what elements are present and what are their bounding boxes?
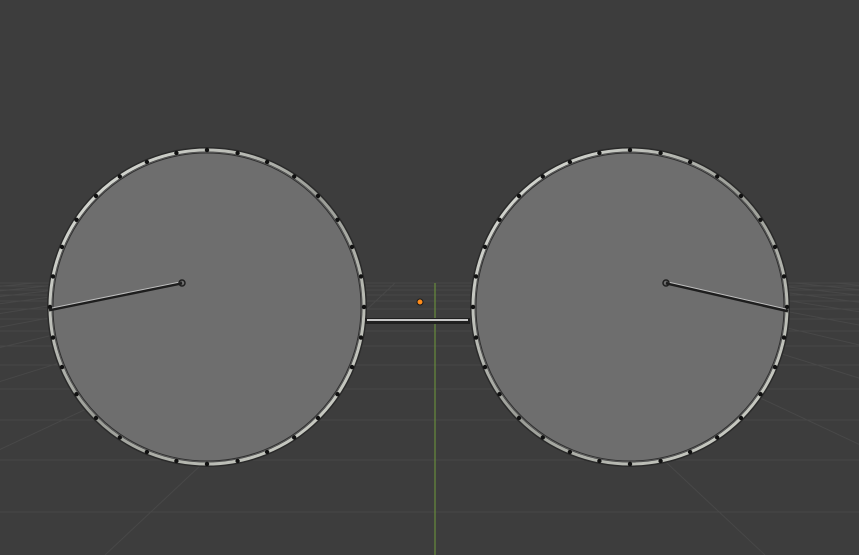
vertex-dot <box>567 159 573 165</box>
vertex-dot <box>349 244 355 250</box>
vertex-dot <box>93 193 99 199</box>
vertex-dot <box>687 449 693 455</box>
vertex-dot <box>627 147 633 153</box>
vertex-dot <box>361 304 367 310</box>
vertex-dot <box>772 364 778 370</box>
vertex-dot <box>473 335 479 340</box>
3d-viewport[interactable] <box>0 0 859 555</box>
vertex-dot <box>772 244 778 250</box>
vertex-dot <box>292 435 297 440</box>
vertex-dot <box>497 217 502 222</box>
vertex-dot <box>204 147 210 153</box>
vertex-dot <box>74 392 79 397</box>
vertex-dot <box>482 244 488 250</box>
vertex-dot <box>59 364 65 370</box>
right-lens-glass <box>475 152 785 462</box>
vertex-dot <box>292 174 297 179</box>
vertex-dot <box>715 174 720 179</box>
vertex-dot <box>93 415 99 421</box>
vertex-dot <box>658 458 663 464</box>
left-lens-glass <box>52 152 362 462</box>
vertex-dot <box>516 193 522 199</box>
vertex-dot <box>315 193 321 199</box>
vertex-dot <box>315 415 321 421</box>
vertex-dot <box>473 274 479 279</box>
vertex-dot <box>597 150 602 156</box>
grid-line-v <box>834 282 859 286</box>
vertex-dot <box>597 458 602 464</box>
vertex-dot <box>174 150 179 156</box>
vertex-dot <box>174 458 179 464</box>
vertex-dot <box>264 159 270 165</box>
bridge-bar-highlight <box>367 319 468 321</box>
vertex-dot <box>738 415 744 421</box>
vertex-dot <box>758 217 763 222</box>
vertex-dot <box>358 335 364 340</box>
vertex-dot <box>117 435 123 440</box>
vertex-dot <box>516 415 522 421</box>
vertex-dot <box>781 274 787 279</box>
vertex-dot <box>470 304 476 310</box>
vertex-dot <box>335 217 340 222</box>
vertex-dot <box>738 193 744 199</box>
vertex-dot <box>540 174 545 179</box>
vertex-dot <box>497 392 502 397</box>
viewport-scene[interactable] <box>0 0 859 555</box>
vertex-dot <box>264 449 270 455</box>
vertex-dot <box>567 449 573 455</box>
vertex-dot <box>235 458 240 464</box>
vertex-dot <box>235 150 240 156</box>
bridge[interactable] <box>365 318 470 324</box>
vertex-dot <box>781 335 787 340</box>
left-lens[interactable] <box>47 147 367 467</box>
right-lens[interactable] <box>470 147 790 467</box>
object-origin-marker[interactable] <box>416 298 424 306</box>
vertex-dot <box>144 159 150 165</box>
vertex-dot <box>758 392 763 397</box>
vertex-dot <box>59 244 65 250</box>
vertex-dot <box>482 364 488 370</box>
vertex-dot <box>658 150 663 156</box>
vertex-dot <box>117 174 123 179</box>
vertex-dot <box>540 435 545 440</box>
vertex-dot <box>335 392 340 397</box>
vertex-dot <box>50 335 56 340</box>
vertex-dot <box>715 435 720 440</box>
vertex-dot <box>204 461 210 467</box>
vertex-dot <box>74 217 79 222</box>
vertex-dot <box>144 449 150 455</box>
vertex-dot <box>358 274 364 279</box>
vertex-dot <box>349 364 355 370</box>
vertex-dot <box>627 461 633 467</box>
vertex-dot <box>50 274 56 279</box>
vertex-dot <box>687 159 693 165</box>
